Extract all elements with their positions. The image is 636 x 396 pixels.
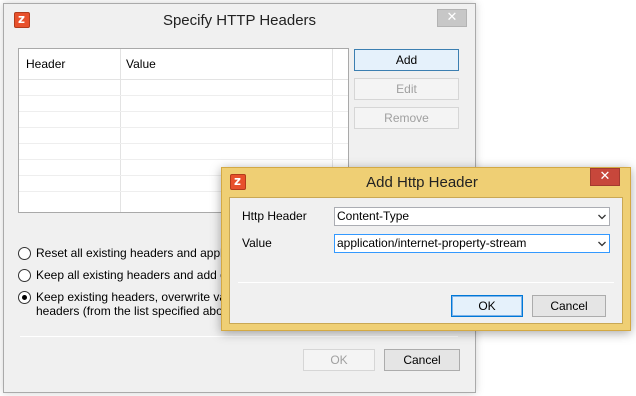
- grid-row-line: [19, 95, 348, 96]
- grid-row-line: [19, 143, 348, 144]
- dialog-body: Http Header Content-Type Value applicati…: [229, 197, 623, 324]
- add-http-header-dialog: Add Http Header ✕ Http Header Content-Ty…: [221, 167, 631, 331]
- radio-keep-existing-label-line2[interactable]: headers (from the list specified above): [36, 304, 226, 318]
- dialog-title: Specify HTTP Headers: [162, 12, 317, 29]
- add-header-ok-button[interactable]: OK: [451, 295, 523, 317]
- separator: [20, 336, 458, 337]
- grid-column-divider: [120, 49, 121, 212]
- edit-button[interactable]: Edit: [354, 78, 459, 100]
- http-header-combo[interactable]: Content-Type: [334, 207, 610, 226]
- grid-header-row: Header Value: [19, 49, 348, 79]
- close-button[interactable]: ✕: [590, 168, 620, 186]
- chevron-down-icon[interactable]: [598, 240, 606, 248]
- title-bar[interactable]: Specify HTTP Headers ✕: [4, 4, 475, 36]
- column-header-header[interactable]: Header: [26, 57, 65, 71]
- radio-reset-all[interactable]: [18, 247, 31, 260]
- main-cancel-button[interactable]: Cancel: [384, 349, 460, 371]
- radio-keep-existing-label-line1[interactable]: Keep existing headers, overwrite values: [36, 290, 226, 304]
- value-field-value: application/internet-property-stream: [337, 236, 527, 250]
- grid-row-line: [19, 111, 348, 112]
- radio-keep-existing-overwrite[interactable]: [18, 291, 31, 304]
- grid-row-line: [19, 159, 348, 160]
- main-ok-button[interactable]: OK: [303, 349, 375, 371]
- close-icon: ✕: [446, 10, 458, 25]
- value-combo[interactable]: application/internet-property-stream: [334, 234, 610, 253]
- radio-keep-all-label[interactable]: Keep all existing headers and add only: [36, 268, 226, 282]
- add-header-cancel-button[interactable]: Cancel: [532, 295, 606, 317]
- separator: [238, 282, 614, 283]
- grid-row-line: [19, 127, 348, 128]
- close-icon: ✕: [599, 169, 611, 184]
- chevron-down-icon[interactable]: [598, 213, 606, 221]
- grid-row-line: [19, 79, 348, 80]
- radio-reset-all-label[interactable]: Reset all existing headers and apply sp: [36, 246, 226, 260]
- http-header-value: Content-Type: [337, 209, 410, 223]
- http-header-label: Http Header: [242, 209, 307, 223]
- column-header-value[interactable]: Value: [126, 57, 156, 71]
- add-button[interactable]: Add: [354, 49, 459, 71]
- radio-keep-all[interactable]: [18, 269, 31, 282]
- remove-button[interactable]: Remove: [354, 107, 459, 129]
- close-button[interactable]: ✕: [437, 9, 467, 27]
- dialog-title: Add Http Header: [366, 174, 478, 191]
- value-label: Value: [242, 236, 272, 250]
